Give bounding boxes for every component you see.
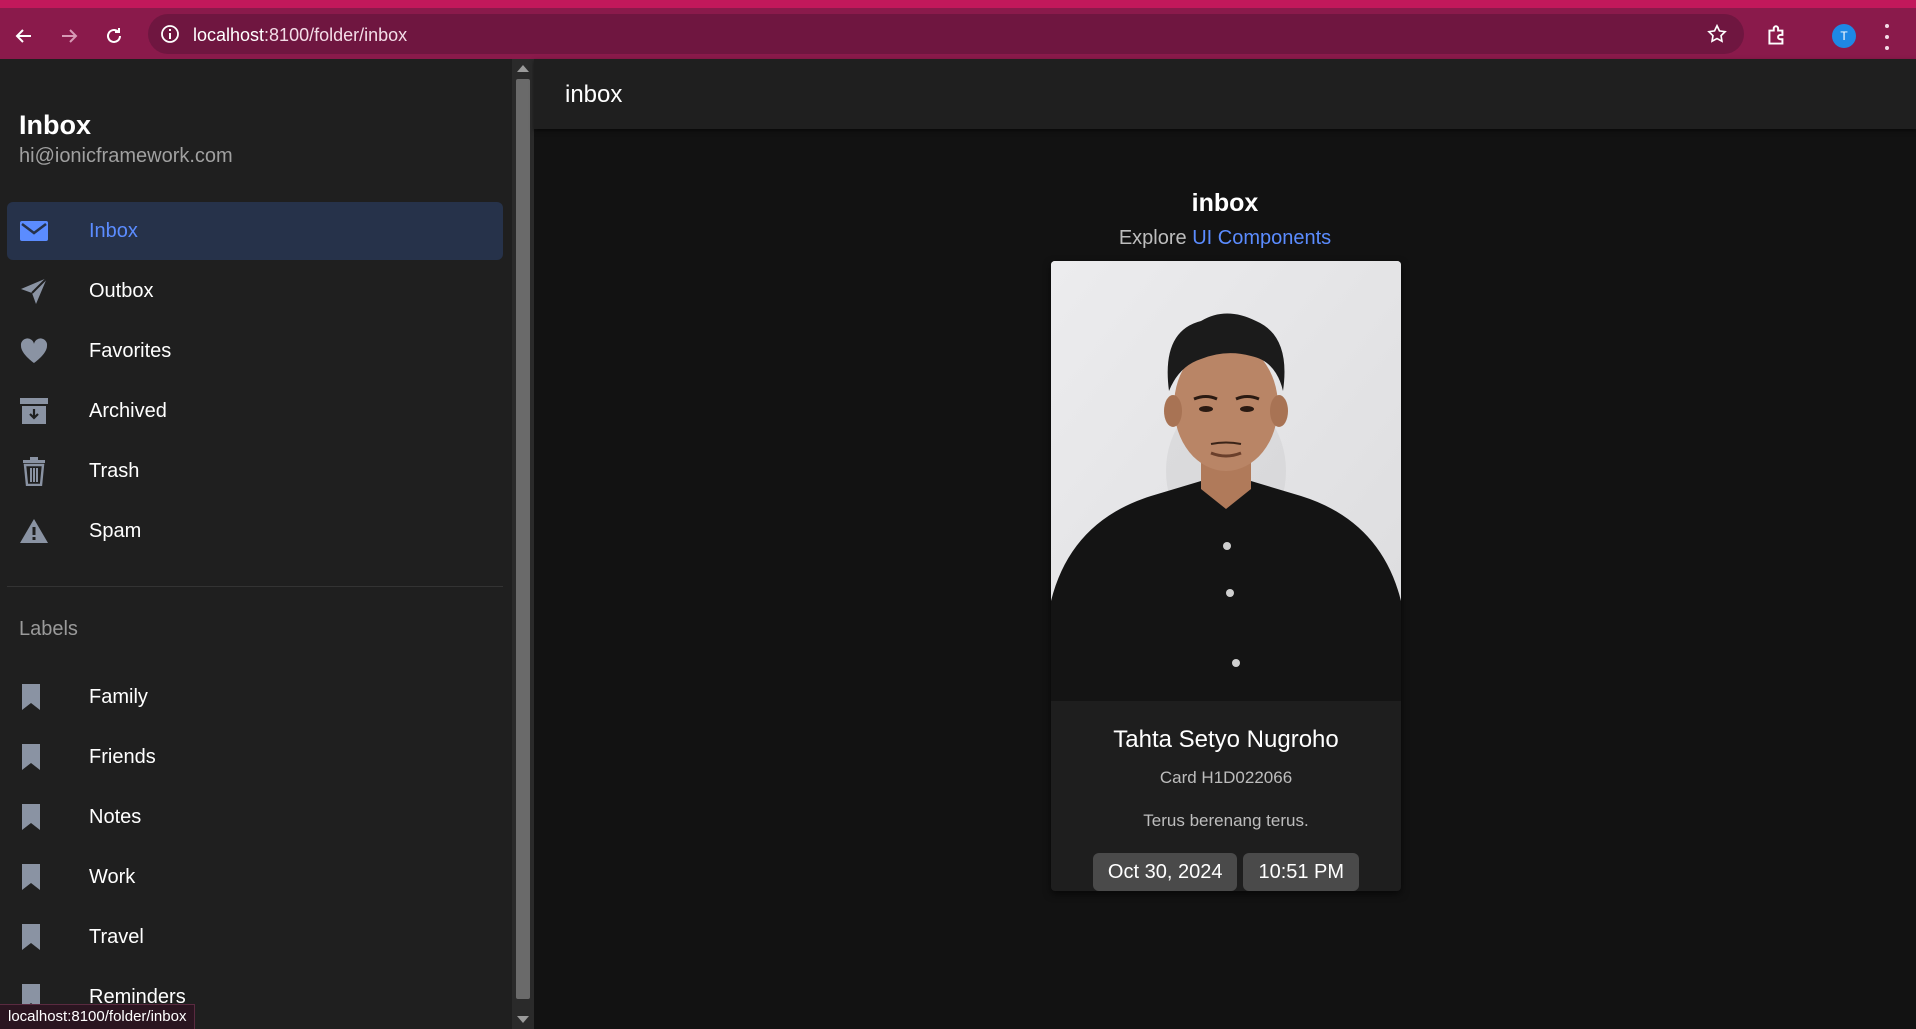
warning-icon xyxy=(19,516,69,546)
label-item-family[interactable]: Family xyxy=(7,668,503,726)
bookmark-icon xyxy=(19,922,69,952)
menu-item-label: Favorites xyxy=(89,339,172,362)
profile-card: Tahta Setyo Nugroho Card H1D022066 Terus… xyxy=(1051,261,1401,891)
menu-item-label: Archived xyxy=(89,399,167,422)
page-title: inbox xyxy=(565,81,623,108)
arrow-left-icon xyxy=(15,29,31,43)
arrow-right-icon xyxy=(62,29,78,43)
labels-list: Family Friends Notes Work Travel Reminde… xyxy=(7,668,503,1028)
label-item-friends[interactable]: Friends xyxy=(7,728,503,786)
card-chips: Oct 30, 2024 10:51 PM xyxy=(1051,853,1401,891)
scroll-up-arrow-icon[interactable] xyxy=(517,65,529,72)
reload-button[interactable] xyxy=(100,22,128,50)
label-item-label: Family xyxy=(89,685,148,708)
label-item-label: Work xyxy=(89,865,136,888)
menu-item-favorites[interactable]: Favorites xyxy=(7,322,503,380)
date-chip[interactable]: Oct 30, 2024 xyxy=(1092,853,1238,891)
address-bar[interactable]: localhost:8100/folder/inbox xyxy=(148,14,1744,54)
bookmark-icon xyxy=(19,802,69,832)
page-toolbar: inbox xyxy=(534,59,1916,129)
menu-item-label: Spam xyxy=(89,519,142,542)
info-icon[interactable] xyxy=(160,24,180,44)
extensions-icon[interactable] xyxy=(1764,23,1790,49)
menu-item-label: Trash xyxy=(89,459,140,482)
label-item-travel[interactable]: Travel xyxy=(7,908,503,966)
archive-icon xyxy=(19,396,69,426)
main-content: inbox inbox Explore UI Components Tahta … xyxy=(534,59,1916,1029)
menu-header: Inbox hi@ionicframework.com xyxy=(19,110,233,168)
heart-icon xyxy=(19,336,69,366)
bookmark-star-icon[interactable] xyxy=(1706,23,1728,45)
card-title: Tahta Setyo Nugroho xyxy=(1113,726,1339,753)
label-item-label: Travel xyxy=(89,925,144,948)
trash-icon xyxy=(19,456,69,486)
content-title: inbox xyxy=(1191,189,1259,217)
card-subtitle: Card H1D022066 xyxy=(1159,768,1293,787)
menu-item-label: Inbox xyxy=(89,219,138,242)
menu-divider xyxy=(7,586,503,587)
browser-menu-icon[interactable] xyxy=(1882,24,1892,50)
explore-line: Explore UI Components xyxy=(534,227,1916,250)
label-item-notes[interactable]: Notes xyxy=(7,788,503,846)
menu-item-label: Outbox xyxy=(89,279,154,302)
forward-button[interactable] xyxy=(55,22,83,50)
menu-email: hi@ionicframework.com xyxy=(19,145,233,167)
card-content: Terus berenang terus. xyxy=(1143,811,1309,830)
menu-item-inbox[interactable]: Inbox xyxy=(7,202,503,260)
browser-toolbar: localhost:8100/folder/inbox T xyxy=(0,0,1916,59)
ui-components-link[interactable]: UI Components xyxy=(1192,227,1331,249)
time-chip[interactable]: 10:51 PM xyxy=(1243,853,1360,891)
paper-plane-icon xyxy=(19,276,69,306)
bookmark-icon xyxy=(19,862,69,892)
menu-item-spam[interactable]: Spam xyxy=(7,502,503,560)
mail-icon xyxy=(19,216,69,246)
label-item-work[interactable]: Work xyxy=(7,848,503,906)
reload-icon xyxy=(107,28,121,43)
bookmark-icon xyxy=(19,682,69,712)
label-item-label: Friends xyxy=(89,745,156,768)
bookmark-icon xyxy=(19,742,69,772)
side-menu: Inbox hi@ionicframework.com Inbox Outbox… xyxy=(0,59,512,1029)
profile-photo xyxy=(1051,261,1401,701)
menu-item-archived[interactable]: Archived xyxy=(7,382,503,440)
menu-item-trash[interactable]: Trash xyxy=(7,442,503,500)
profile-avatar[interactable]: T xyxy=(1832,24,1856,48)
explore-prefix: Explore xyxy=(1118,227,1187,249)
sidebar-scrollbar[interactable] xyxy=(512,59,534,1029)
labels-heading: Labels xyxy=(19,618,78,640)
label-item-label: Notes xyxy=(89,805,142,828)
scroll-down-arrow-icon[interactable] xyxy=(517,1016,529,1023)
menu-item-outbox[interactable]: Outbox xyxy=(7,262,503,320)
status-bar-url: localhost:8100/folder/inbox xyxy=(0,1004,196,1029)
menu-list: Inbox Outbox Favorites Archived Trash Sp… xyxy=(7,202,503,562)
back-button[interactable] xyxy=(10,22,38,50)
scrollbar-thumb[interactable] xyxy=(516,79,530,999)
url-text: localhost:8100/folder/inbox xyxy=(193,25,408,45)
content-header: inbox Explore UI Components xyxy=(534,189,1916,250)
menu-title: Inbox xyxy=(19,110,91,140)
